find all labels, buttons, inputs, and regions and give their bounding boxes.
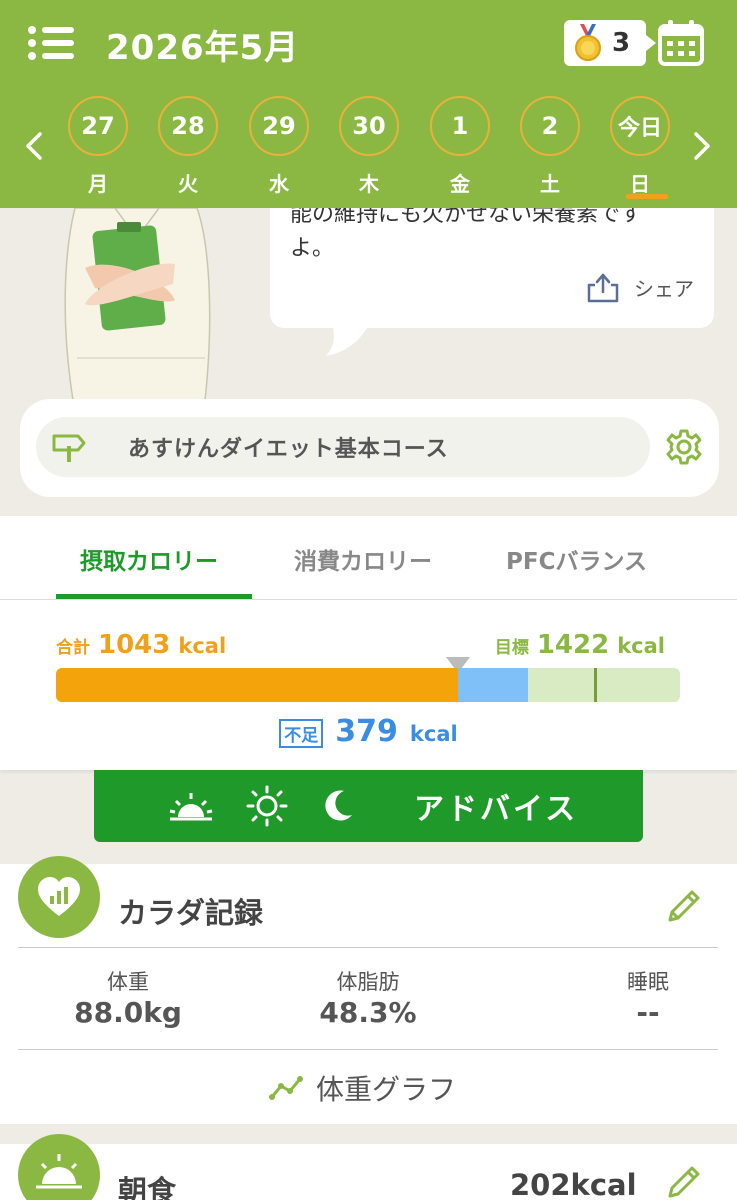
chevron-right-icon[interactable] (692, 130, 714, 162)
calorie-total: 合計 1043 kcal (56, 630, 226, 660)
course-name: あすけんダイエット基本コース (128, 437, 449, 462)
day-date: 29 (249, 96, 309, 156)
sunrise-icon (169, 793, 213, 821)
medal-icon (575, 24, 601, 61)
body-record-title: カラダ記録 (118, 896, 264, 930)
breakfast-kcal: 202kcal (510, 1168, 637, 1200)
sun-icon (246, 785, 288, 827)
calorie-tabs: 摂取カロリー 消費カロリー PFCバランス (0, 516, 737, 600)
moon-icon (325, 790, 352, 821)
shortage-badge: 不足 (279, 719, 324, 748)
divider (18, 1049, 718, 1050)
edit-pencil-icon[interactable] (664, 1162, 704, 1200)
sleep-label: 睡眠 (627, 970, 669, 994)
share-button[interactable]: シェア (586, 270, 694, 304)
day-item[interactable]: 29 水 (247, 96, 311, 197)
share-icon (587, 273, 619, 303)
advice-bubble: 能の維持にも欠かせない栄養素です よ。 シェア (270, 192, 714, 328)
date-header: 2026年5月 3 27 月 28 火 29 水 30 木 1 金 2 土 今日… (0, 0, 737, 208)
signpost-icon (52, 434, 86, 462)
advice-button[interactable]: アドバイス (94, 770, 643, 842)
day-item[interactable]: 2 土 (518, 96, 582, 197)
body-record-card: カラダ記録 体重 88.0kg 体脂肪 48.3% 睡眠 -- 体重グラフ (0, 856, 737, 1124)
weight-value[interactable]: 88.0kg (28, 996, 228, 1029)
target-value: 1422 (536, 630, 610, 660)
total-label: 合計 (56, 638, 90, 658)
calendar-icon[interactable] (658, 20, 704, 66)
day-date: 1 (430, 96, 490, 156)
day-item-today[interactable]: 今日 日 (608, 96, 672, 197)
target-unit: kcal (617, 634, 665, 658)
day-item[interactable]: 30 木 (337, 96, 401, 197)
heart-chart-icon (18, 856, 100, 938)
calorie-target: 目標 1422 kcal (495, 630, 665, 660)
day-item[interactable]: 27 月 (66, 96, 130, 197)
chevron-left-icon[interactable] (22, 130, 44, 162)
advice-text-line: よ。 (290, 236, 335, 261)
tab-burned-calories[interactable]: 消費カロリー (294, 542, 432, 576)
target-label: 目標 (494, 638, 529, 658)
day-item[interactable]: 28 火 (156, 96, 220, 197)
day-weekday: 土 (540, 172, 560, 196)
day-date: 27 (68, 96, 128, 156)
course-card: あすけんダイエット基本コース (20, 399, 719, 497)
edit-pencil-icon[interactable] (664, 886, 704, 926)
total-unit: kcal (178, 634, 227, 658)
course-selector[interactable]: あすけんダイエット基本コース (36, 417, 650, 477)
medal-badge[interactable]: 3 (564, 20, 656, 66)
tab-intake-calories[interactable]: 摂取カロリー (80, 542, 218, 576)
shortage-fill (458, 668, 528, 702)
total-value: 1043 (98, 630, 171, 660)
day-weekday: 水 (269, 172, 289, 196)
body-fat-label: 体脂肪 (336, 970, 400, 994)
breakfast-title: 朝食 (118, 1174, 177, 1200)
today-indicator (626, 194, 668, 199)
body-fat-value[interactable]: 48.3% (268, 996, 468, 1029)
day-date: 2 (520, 96, 580, 156)
menu-icon[interactable] (28, 26, 74, 60)
day-weekday: 金 (450, 172, 470, 196)
weight-label: 体重 (107, 970, 149, 994)
gear-icon[interactable] (666, 429, 702, 465)
tab-pfc-balance[interactable]: PFCバランス (506, 542, 647, 576)
calorie-progress-bar (56, 668, 680, 702)
active-tab-indicator (56, 594, 252, 599)
month-title: 2026年5月 (106, 28, 300, 68)
day-weekday: 木 (359, 172, 379, 196)
divider (18, 947, 718, 948)
advice-text: 能の維持にも欠かせない栄養素です よ。 (290, 198, 700, 266)
day-date: 30 (339, 96, 399, 156)
sleep-value[interactable]: -- (548, 996, 737, 1029)
day-weekday: 火 (178, 172, 198, 196)
breakfast-card: 朝食 202kcal (0, 1134, 737, 1200)
shortage-unit: kcal (409, 722, 458, 746)
day-date: 28 (158, 96, 218, 156)
day-weekday: 日 (630, 172, 650, 196)
advice-button-label: アドバイス (414, 792, 579, 827)
day-item[interactable]: 1 金 (428, 96, 492, 197)
medal-count: 3 (612, 28, 631, 58)
breakfast-sunrise-icon (18, 1134, 100, 1200)
intake-fill (56, 668, 458, 702)
weight-graph-label: 体重グラフ (316, 1073, 457, 1106)
weight-graph-link[interactable]: 体重グラフ (268, 1068, 456, 1108)
share-label: シェア (634, 276, 694, 301)
advisor-character (64, 208, 211, 400)
bubble-tail (326, 318, 372, 356)
line-chart-icon (269, 1076, 303, 1100)
calorie-shortage: 不足 379 kcal (0, 714, 737, 749)
day-weekday: 月 (88, 172, 108, 196)
day-date: 今日 (610, 96, 670, 156)
target-mark (594, 668, 597, 702)
shortage-value: 379 (335, 714, 398, 749)
calorie-card: 摂取カロリー 消費カロリー PFCバランス 合計 1043 kcal 目標 14… (0, 516, 737, 770)
